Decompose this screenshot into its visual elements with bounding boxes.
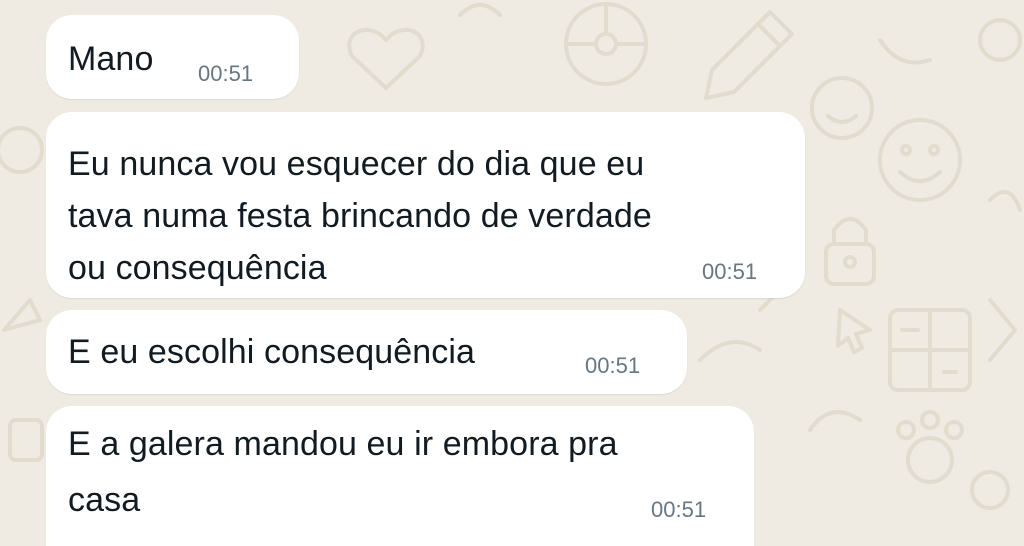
calculator-doodle-icon — [888, 308, 972, 392]
message-bubble[interactable]: Eu nunca vou esquecer do dia que eu tava… — [46, 112, 805, 298]
pencil-doodle-icon — [704, 10, 794, 100]
message-text: E a galera mandou eu ir embora pra casa — [68, 425, 618, 519]
smiley-doodle-icon — [810, 76, 874, 140]
paw-doodle-icon — [896, 410, 964, 484]
message-text: Eu nunca vou esquecer do dia que eu tava… — [68, 145, 652, 287]
message-text: E eu escolhi consequência — [68, 333, 475, 371]
steering-wheel-doodle-icon — [564, 2, 648, 86]
message-bubble[interactable]: E eu escolhi consequência 00:51 — [46, 310, 687, 394]
message-bubble[interactable]: E a galera mandou eu ir embora pra casa … — [46, 406, 754, 546]
lock-doodle-icon — [824, 217, 876, 286]
message-bubble[interactable]: Mano 00:51 — [46, 15, 299, 99]
message-timestamp: 00:51 — [198, 61, 254, 86]
heart-doodle-icon — [347, 28, 425, 90]
smiley-doodle-icon — [878, 118, 962, 202]
message-timestamp: 00:51 — [702, 259, 758, 284]
message-timestamp: 00:51 — [651, 497, 707, 522]
message-timestamp: 00:51 — [585, 353, 641, 378]
cursor-doodle-icon — [836, 308, 872, 354]
message-text: Mano — [68, 40, 154, 78]
